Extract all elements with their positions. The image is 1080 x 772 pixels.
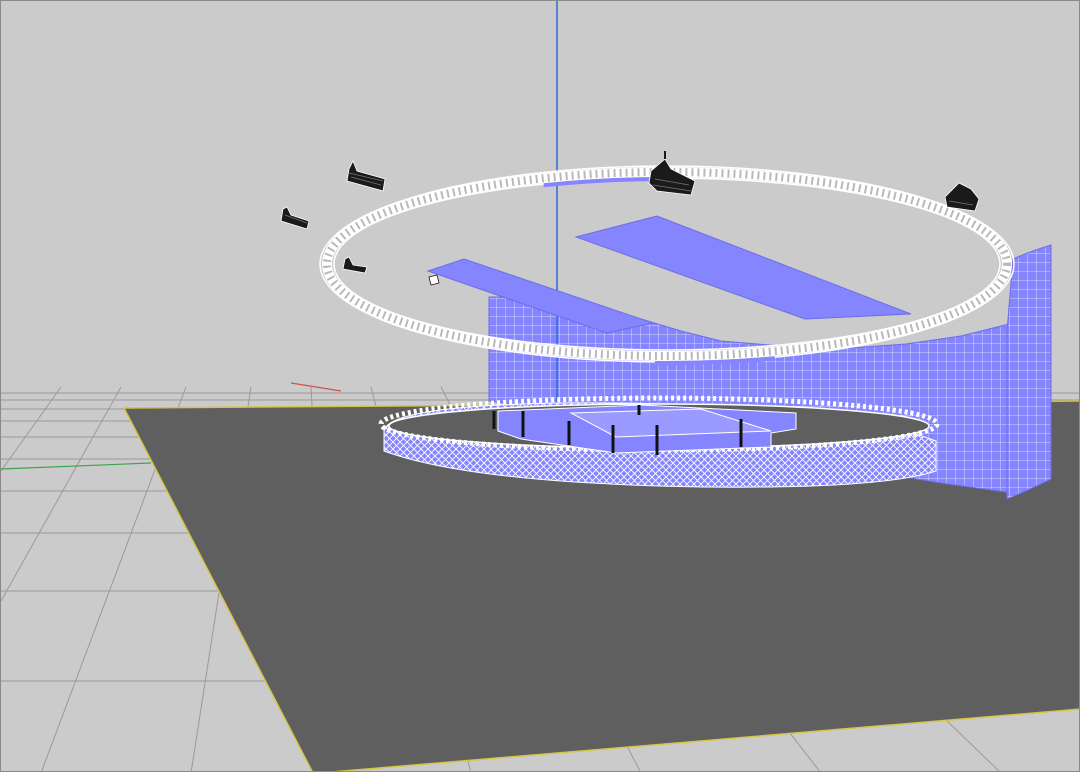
scene-canvas[interactable]	[1, 1, 1080, 772]
led-wall-side-segment[interactable]	[1006, 244, 1052, 500]
speaker-array-6[interactable]	[428, 274, 440, 286]
3d-viewport[interactable]	[0, 0, 1080, 772]
